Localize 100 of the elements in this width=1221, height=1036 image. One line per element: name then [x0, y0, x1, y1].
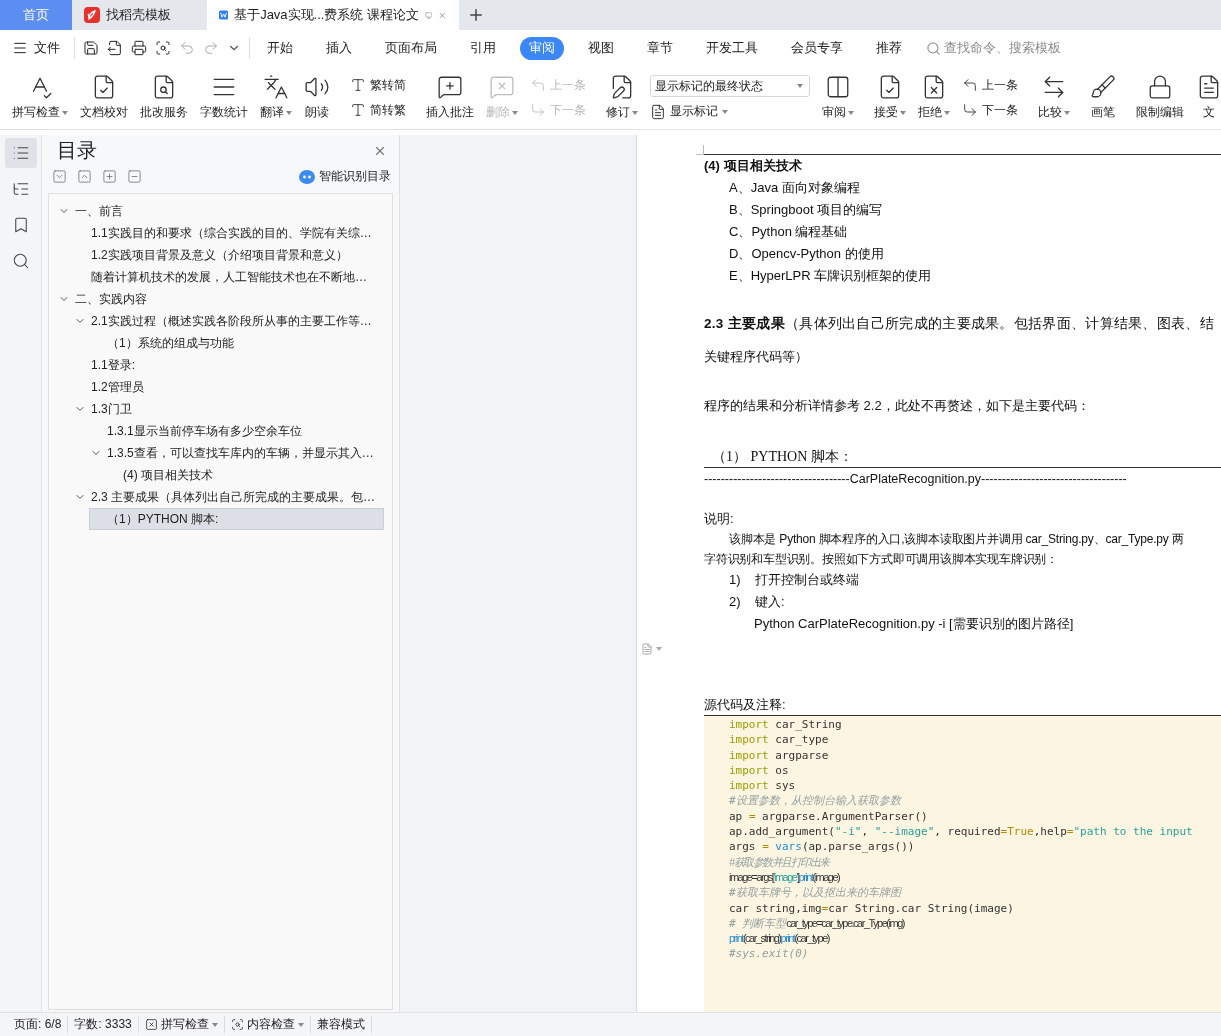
- caret-icon: [656, 647, 662, 651]
- preview-icon[interactable]: [155, 40, 171, 56]
- ribbon-button[interactable]: 限制编辑: [1130, 66, 1190, 129]
- content-check-icon: [230, 1018, 244, 1031]
- section-heading: 2.3 主要成果（具体列出自己所完成的主要成果。包括界面、计算结果、图表、结: [704, 315, 1215, 333]
- status-text: 兼容模式: [310, 1016, 372, 1033]
- expand-icon[interactable]: [52, 169, 67, 184]
- outline-item[interactable]: 1.1实践目的和要求（综合实践的目的、学院有关综…: [73, 222, 384, 244]
- character-icon: [350, 77, 366, 93]
- print-icon[interactable]: [131, 40, 147, 56]
- document-logo-icon: [219, 7, 229, 23]
- ribbon-tab[interactable]: 引用: [461, 36, 505, 60]
- ribbon-button[interactable]: 插入批注: [420, 66, 480, 129]
- outline-item[interactable]: 1.3.1显示当前停车场有多少空余车位: [89, 420, 384, 442]
- outline-item[interactable]: 随着计算机技术的发展，人工智能技术也在不断地…: [73, 266, 384, 288]
- ribbon-tab[interactable]: 页面布局: [376, 36, 446, 60]
- redo-icon[interactable]: [203, 40, 219, 56]
- outline-item[interactable]: 2.3 主要成果（具体列出自己所完成的主要成果。包…: [73, 486, 384, 508]
- ribbon-button[interactable]: 翻译: [254, 66, 298, 129]
- ribbon-button[interactable]: 朗读: [298, 66, 336, 129]
- ribbon-button[interactable]: 审阅: [816, 66, 860, 129]
- leaf-logo-icon: [84, 7, 100, 23]
- ribbon-button[interactable]: 文档校对: [74, 66, 134, 129]
- status-button[interactable]: 拼写检查: [138, 1016, 225, 1033]
- outline-item[interactable]: 二、实践内容: [57, 288, 384, 310]
- status-text: 字数: 3333: [68, 1016, 139, 1033]
- list-item: B、Springboot 项目的编写: [728, 201, 884, 219]
- caret-icon: [286, 110, 292, 115]
- outline-item[interactable]: 1.2管理员: [73, 376, 384, 398]
- ribbon-button[interactable]: 批改服务: [134, 66, 194, 129]
- outline-item[interactable]: 1.3门卫: [73, 398, 384, 420]
- ribbon-button[interactable]: 显示标记: [650, 103, 810, 120]
- ribbon-tab[interactable]: 审阅: [520, 36, 564, 60]
- paragraph: 字符识别和车型识别。按照如下方式即可调用该脚本实现车牌识别：: [704, 551, 1059, 568]
- robot-icon: [299, 169, 315, 184]
- search-icon: [926, 40, 941, 56]
- ribbon-button[interactable]: 修订: [600, 66, 644, 129]
- translate-icon: [263, 74, 289, 100]
- outline-item[interactable]: 2.1实践过程（概述实践各阶段所从事的主要工作等…: [73, 310, 384, 332]
- add-tab-icon[interactable]: [467, 6, 485, 24]
- export-icon[interactable]: [107, 40, 123, 56]
- step-number: 2): [729, 593, 742, 611]
- list-item: E、HyperLPR 车牌识别框架的使用: [728, 267, 933, 285]
- markup-dropdown[interactable]: 显示标记的最终状态: [650, 75, 810, 97]
- caret-icon: [797, 84, 803, 88]
- step-number: 1): [729, 571, 742, 589]
- list-item: D、Opencv-Python 的使用: [728, 245, 885, 263]
- ribbon-button[interactable]: 简转繁: [350, 101, 406, 119]
- ribbon-button[interactable]: 文: [1190, 66, 1221, 129]
- plus-icon[interactable]: [102, 169, 117, 184]
- outline-item[interactable]: 1.1登录:: [73, 354, 384, 376]
- ribbon-tab[interactable]: 视图: [579, 36, 623, 60]
- ribbon-tab[interactable]: 开始: [258, 36, 302, 60]
- arrow-down-right-icon: [530, 102, 546, 118]
- file-name-text: -----------------------------------CarPlateRecognition.py-----------------------------------: [704, 471, 1128, 488]
- ribbon-button[interactable]: 上一条: [962, 76, 1018, 94]
- collapse-icon[interactable]: [77, 169, 92, 184]
- caret-icon: [900, 110, 906, 115]
- outline-item[interactable]: 1.2实践项目背景及意义（介绍项目背景和意义）: [73, 244, 384, 266]
- ribbon-button[interactable]: 字数统计: [194, 66, 254, 129]
- undo-icon[interactable]: [179, 40, 195, 56]
- outline-item[interactable]: (4) 项目相关技术: [105, 464, 384, 486]
- save-icon[interactable]: [83, 40, 99, 56]
- status-button[interactable]: 内容检查: [224, 1016, 311, 1033]
- paragraph-marker-icon[interactable]: [641, 643, 653, 655]
- outline-item[interactable]: （1）PYTHON 脚本:: [89, 508, 384, 530]
- paragraph: 关键程序代码等）: [704, 348, 809, 366]
- sidebar-button[interactable]: [4, 138, 37, 168]
- ribbon-button[interactable]: 接受: [868, 66, 912, 129]
- ribbon-button[interactable]: 画笔: [1084, 66, 1122, 129]
- lock-icon: [1147, 74, 1173, 100]
- ribbon-tab[interactable]: 插入: [317, 36, 361, 60]
- search-field[interactable]: 查找命令、搜索模板: [926, 39, 1061, 57]
- browser-tab[interactable]: 基于Java实现...费系统 课程论文: [207, 0, 459, 30]
- caret-icon: [944, 110, 950, 115]
- file-menu-button[interactable]: 文件: [12, 39, 66, 57]
- outline-item[interactable]: 1.3.5查看，可以查找车库内的车辆，并显示其入…: [89, 442, 384, 464]
- minus-icon[interactable]: [127, 169, 142, 184]
- ribbon-tab[interactable]: 推荐: [867, 36, 911, 60]
- smart-outline-button[interactable]: 智能识别目录: [299, 168, 391, 185]
- ribbon-button[interactable]: 拼写检查: [6, 66, 74, 129]
- brush-icon: [1090, 74, 1116, 100]
- command-text: Python CarPlateRecognition.py -i [需要识别的图片路径]: [753, 615, 1075, 633]
- outline-item[interactable]: （1）系统的组成与功能: [89, 332, 384, 354]
- ribbon-tab[interactable]: 章节: [638, 36, 682, 60]
- ribbon-button[interactable]: 繁转简: [350, 76, 406, 94]
- ribbon-button[interactable]: 比较: [1032, 66, 1076, 129]
- ribbon-tab[interactable]: 会员专享: [782, 36, 852, 60]
- caret-icon: [62, 110, 68, 115]
- status-text: 页面: 6/8: [8, 1016, 69, 1033]
- ribbon-button[interactable]: 下一条: [962, 101, 1018, 119]
- ribbon-button[interactable]: 拒绝: [912, 66, 956, 129]
- paragraph: 程序的结果和分析详情参考 2.2，此处不再赘述，如下是主要代码：: [704, 397, 1091, 415]
- comment-add-icon: [437, 74, 463, 100]
- list-icon: [11, 144, 30, 162]
- caret-icon: [297, 1022, 304, 1027]
- spell-check-icon: [144, 1018, 158, 1031]
- ribbon-tab[interactable]: 开发工具: [697, 36, 767, 60]
- note-label: 说明:: [704, 510, 735, 528]
- outline-item[interactable]: 一、前言: [57, 200, 384, 222]
